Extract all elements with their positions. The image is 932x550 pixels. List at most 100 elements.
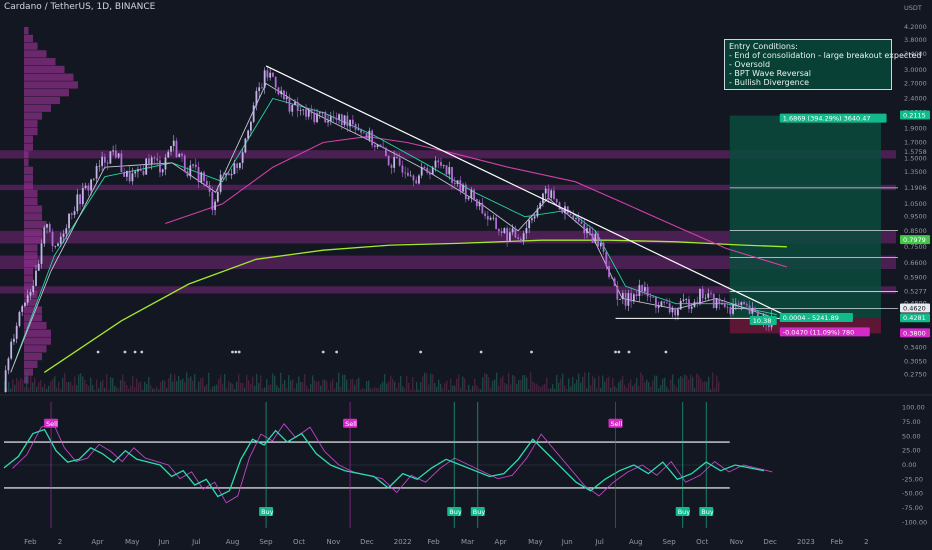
- candle-body: [79, 194, 81, 205]
- candle-body: [445, 165, 448, 175]
- volume-bar: [714, 387, 716, 392]
- candle-body: [657, 305, 660, 308]
- volume-bar: [434, 383, 436, 392]
- price-tick-label: 0.9500: [904, 213, 927, 221]
- volume-bar: [170, 373, 172, 392]
- candle-body: [114, 150, 117, 158]
- volume-bar: [444, 383, 446, 392]
- price-annotation-label: 0.2115: [903, 112, 926, 120]
- time-axis[interactable]: Feb 2 Apr May Jun Jul Aug Sep Oct Nov Dec 2022 Feb Ma…: [24, 538, 868, 546]
- volume-bar: [334, 388, 336, 392]
- candle-body: [68, 213, 70, 229]
- price-annotation-label: 0.0004 - 5241.89: [783, 314, 839, 322]
- target-zone[interactable]: [729, 115, 881, 319]
- volume-bar: [614, 386, 616, 392]
- candle-body: [721, 303, 723, 305]
- position-tool[interactable]: [729, 115, 881, 334]
- volume-bar: [516, 383, 518, 392]
- signal-label: Buy: [449, 508, 462, 516]
- volume-bar: [626, 387, 628, 392]
- volume-bar: [558, 382, 560, 392]
- candle-body: [313, 113, 316, 123]
- volume-bar: [28, 387, 30, 392]
- oscillator-tick-label: 50.00: [902, 432, 921, 440]
- volume-bar: [556, 374, 558, 392]
- time-tick-label: Oct: [293, 538, 305, 546]
- volume-bar: [262, 388, 264, 392]
- volume-bar: [374, 387, 376, 392]
- candle-body: [588, 228, 591, 234]
- volume-bar: [204, 386, 206, 392]
- candle-body: [57, 243, 59, 246]
- candle-body: [216, 191, 219, 202]
- volume-bar: [552, 384, 554, 392]
- volume-bar: [650, 386, 652, 392]
- candle-body: [299, 110, 302, 112]
- candle-body: [316, 113, 318, 123]
- candle-body: [572, 215, 575, 219]
- volume-profile-bar: [24, 244, 38, 252]
- price-tick-label: 1.5758: [904, 148, 927, 156]
- time-tick-label: Jun: [561, 538, 573, 546]
- volume-bar: [550, 388, 552, 392]
- volume-bar: [274, 375, 276, 392]
- candle-body: [484, 213, 486, 216]
- candle-body: [305, 109, 307, 117]
- candle-body: [734, 303, 737, 305]
- candle-body: [668, 303, 671, 313]
- volume-profile-bar: [24, 158, 29, 167]
- candle-body: [492, 217, 495, 219]
- candle-body: [632, 294, 635, 302]
- candle-body: [153, 157, 156, 159]
- volume-bar: [138, 382, 140, 392]
- candle-body: [142, 171, 145, 175]
- volume-bar: [260, 375, 262, 392]
- volume-bar: [38, 381, 40, 392]
- volume-bar: [326, 381, 328, 392]
- volume-bar: [60, 389, 62, 392]
- candle-body: [21, 306, 24, 313]
- volume-bar: [668, 389, 670, 392]
- volume-bar: [236, 381, 238, 392]
- volume-profile-bar: [24, 120, 38, 128]
- volume-bar: [112, 378, 114, 392]
- candle-body: [561, 209, 564, 214]
- volume-bar: [220, 375, 222, 392]
- candle-body: [225, 173, 227, 176]
- candle-body: [660, 301, 663, 306]
- candle-body: [373, 145, 376, 148]
- candle-body: [255, 90, 258, 106]
- entry-conditions-box[interactable]: Entry Conditions: - End of consolidation…: [724, 39, 921, 90]
- candle-body: [704, 297, 707, 299]
- candle-body: [442, 165, 445, 167]
- candle-body: [382, 147, 385, 148]
- price-axis[interactable]: USDT 0.27500.30500.34000.38000.42770.480…: [904, 4, 927, 379]
- volume-bar: [360, 389, 362, 392]
- candle-body: [343, 115, 346, 125]
- time-tick-label: 2: [58, 538, 62, 546]
- volume-bar: [294, 388, 296, 392]
- volume-bar: [424, 372, 426, 392]
- volume-bar: [524, 374, 526, 392]
- oscillator-pane[interactable]: Sell Sell Sell Buy Buy Buy Buy Buy: [3, 402, 773, 528]
- descending-trendline[interactable]: [265, 65, 791, 319]
- candle-body: [222, 174, 225, 176]
- volume-profile-bar: [24, 127, 38, 136]
- volume-bar: [314, 380, 316, 392]
- volume-bar: [40, 380, 42, 392]
- volume-bar: [270, 384, 272, 392]
- signal-dots: [96, 350, 668, 354]
- volume-bar: [194, 374, 196, 392]
- moving-averages: [10, 82, 788, 373]
- price-tick-label: 1.3500: [904, 168, 927, 176]
- volume-profile-bar: [24, 112, 42, 120]
- candle-body: [340, 114, 343, 125]
- candle-body: [7, 358, 10, 371]
- volume-bar: [438, 379, 440, 392]
- candle-body: [646, 287, 649, 297]
- volume-bar: [688, 379, 690, 392]
- candle-body: [732, 304, 734, 314]
- candle-body: [685, 299, 688, 300]
- candle-body: [92, 178, 95, 180]
- volume-profile-bar: [24, 329, 51, 337]
